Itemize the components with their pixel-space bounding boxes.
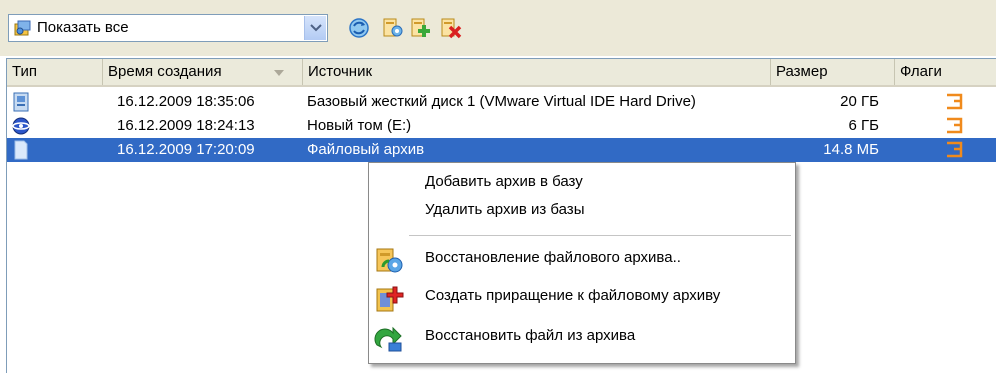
volume-image-icon — [11, 116, 31, 136]
menu-item-create-increment[interactable]: Создать приращение к файловому архиву — [369, 283, 795, 312]
add-archive-icon — [411, 18, 430, 37]
filter-value: Показать все — [37, 19, 129, 36]
menu-separator — [409, 235, 791, 236]
flag-icon — [945, 141, 965, 159]
source-cell: Новый том (E:) — [307, 117, 412, 134]
source-cell: Файловый архив — [307, 141, 425, 158]
size-cell: 6 ГБ — [848, 117, 879, 134]
flag-icon — [945, 93, 965, 111]
column-header-source[interactable]: Источник — [303, 59, 771, 85]
source-cell: Базовый жесткий диск 1 (VMware Virtual I… — [307, 93, 696, 110]
menu-item-restore-archive[interactable]: Восстановление файлового архива.. — [369, 245, 795, 273]
column-header-created[interactable]: Время создания — [103, 59, 303, 85]
created-cell: 16.12.2009 18:24:13 — [117, 117, 255, 134]
restore-file-icon — [373, 323, 405, 355]
chevron-down-icon[interactable] — [304, 16, 326, 40]
refresh-button[interactable] — [344, 13, 374, 43]
flag-icon — [945, 117, 965, 135]
table-row-selected[interactable]: 16.12.2009 17:20:09 Файловый архив 14.8 … — [7, 138, 996, 162]
context-menu: Добавить архив в базу Удалить архив из б… — [368, 162, 796, 364]
filter-combobox[interactable]: Показать все — [8, 14, 328, 42]
table-row[interactable]: 16.12.2009 18:24:13 Новый том (E:) 6 ГБ — [7, 114, 996, 138]
size-cell: 20 ГБ — [840, 93, 879, 110]
column-header-size[interactable]: Размер — [771, 59, 895, 85]
sort-descending-icon — [274, 70, 284, 76]
restore-archive-icon — [373, 245, 405, 277]
column-header-type[interactable]: Тип — [7, 59, 103, 85]
menu-item-add-archive[interactable]: Добавить архив в базу — [369, 169, 795, 197]
add-archive-button[interactable] — [406, 13, 436, 43]
archive-settings-icon — [383, 18, 403, 37]
created-cell: 16.12.2009 17:20:09 — [117, 141, 255, 158]
table-row[interactable]: 16.12.2009 18:35:06 Базовый жесткий диск… — [7, 90, 996, 114]
disk-image-icon — [11, 92, 31, 112]
archives-folder-icon — [13, 18, 33, 38]
toolbar: Показать все — [0, 0, 996, 56]
column-header-flags[interactable]: Флаги — [895, 59, 996, 85]
menu-item-remove-archive[interactable]: Удалить архив из базы — [369, 197, 795, 225]
size-cell: 14.8 МБ — [823, 141, 879, 158]
delete-archive-icon — [441, 18, 462, 39]
file-archive-icon — [11, 140, 31, 160]
list-header: Тип Время создания Источник Размер Флаги — [7, 59, 996, 87]
create-increment-icon — [373, 283, 405, 315]
created-cell: 16.12.2009 18:35:06 — [117, 93, 255, 110]
refresh-icon — [349, 18, 369, 38]
archive-settings-button[interactable] — [378, 13, 408, 43]
menu-item-restore-file[interactable]: Восстановить файл из архива — [369, 323, 795, 352]
delete-archive-button[interactable] — [436, 13, 466, 43]
